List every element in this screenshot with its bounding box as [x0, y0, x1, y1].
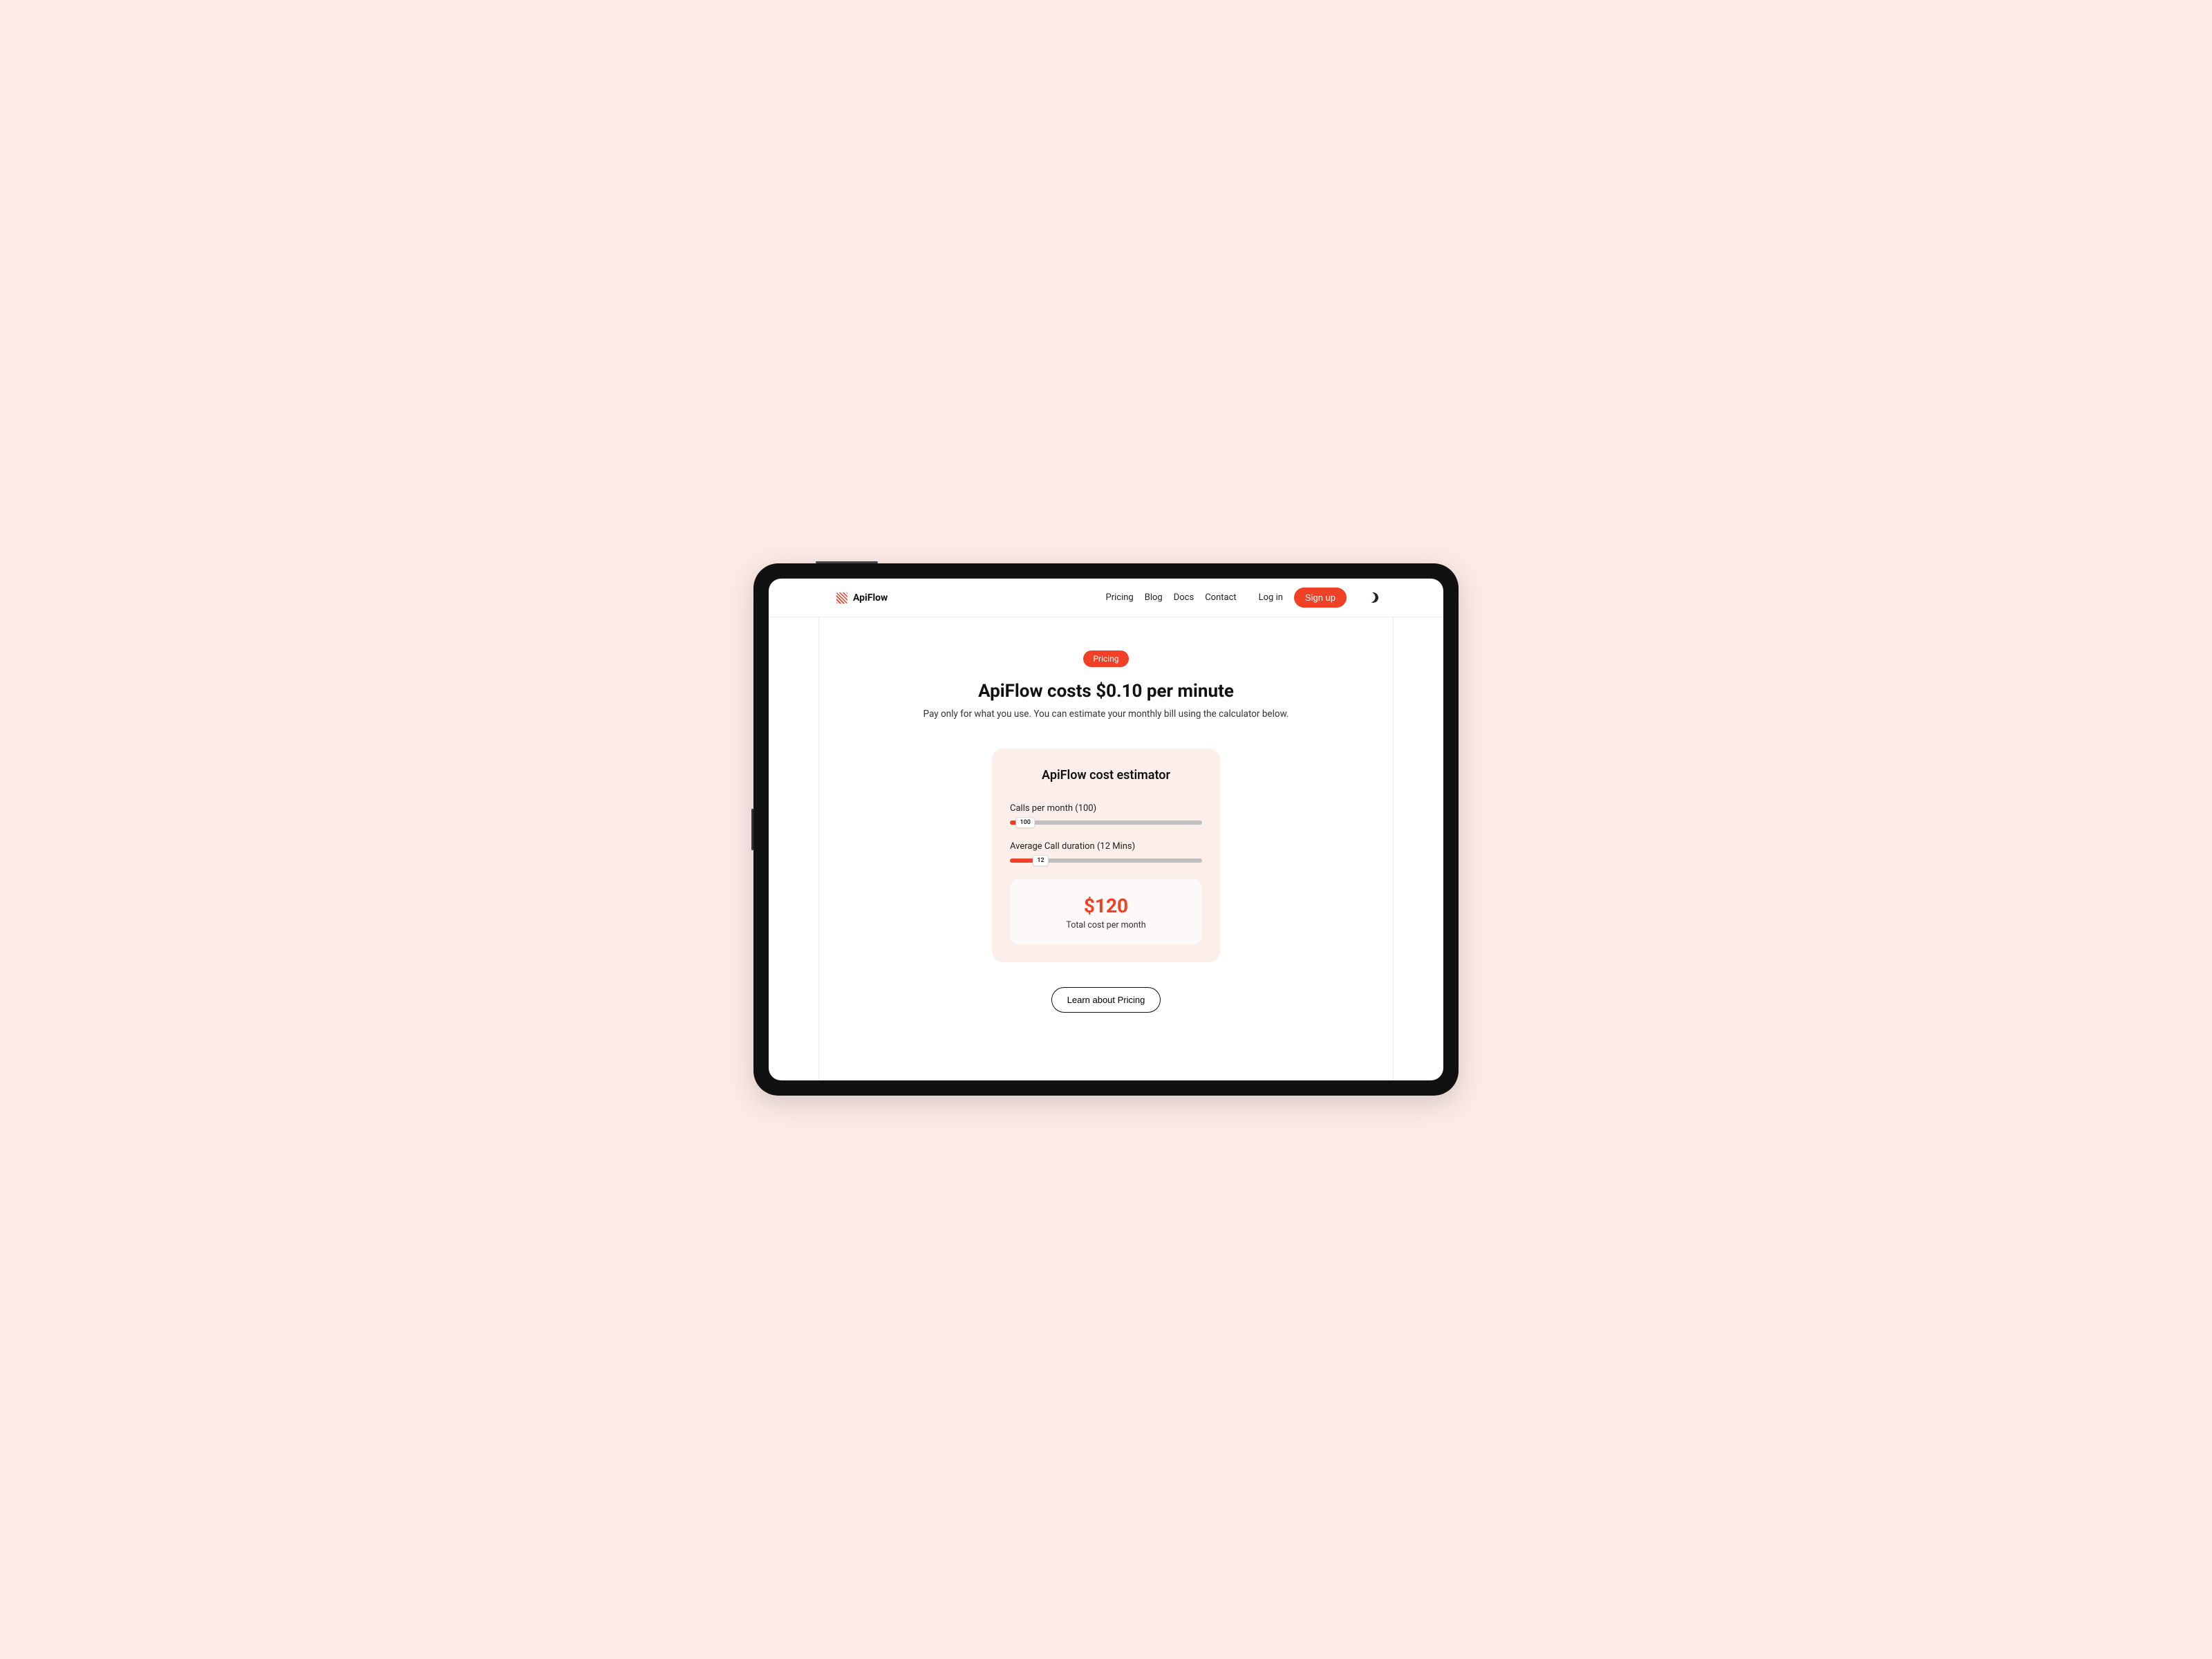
duration-slider-thumb[interactable]: 12 — [1033, 855, 1048, 866]
brand-logo[interactable]: ApiFlow — [836, 592, 888, 603]
estimate-result: $120 Total cost per month — [1010, 879, 1202, 944]
signup-button[interactable]: Sign up — [1294, 588, 1347, 608]
estimate-amount: $120 — [1017, 894, 1195, 917]
main-content: Pricing ApiFlow costs $0.10 per minute P… — [769, 617, 1443, 1080]
app-screen: ApiFlow Pricing Blog Docs Contact Log in… — [769, 579, 1443, 1080]
calls-per-month-control: Calls per month (100) 100 — [1010, 803, 1202, 825]
login-link[interactable]: Log in — [1259, 592, 1283, 603]
tablet-device-frame: ApiFlow Pricing Blog Docs Contact Log in… — [753, 563, 1459, 1096]
nav-link-blog[interactable]: Blog — [1145, 592, 1163, 603]
tablet-side-buttons — [751, 809, 753, 850]
content-frame: Pricing ApiFlow costs $0.10 per minute P… — [769, 617, 1443, 1080]
brand-name: ApiFlow — [853, 592, 888, 603]
moon-icon — [1366, 591, 1379, 604]
nav-link-pricing[interactable]: Pricing — [1106, 592, 1134, 603]
calls-slider-thumb[interactable]: 100 — [1016, 817, 1035, 828]
call-duration-control: Average Call duration (12 Mins) 12 — [1010, 841, 1202, 863]
site-header: ApiFlow Pricing Blog Docs Contact Log in… — [769, 579, 1443, 617]
duration-slider[interactable]: 12 — [1010, 859, 1202, 863]
cost-estimator-card: ApiFlow cost estimator Calls per month (… — [992, 749, 1220, 962]
brand-logo-icon — [836, 592, 847, 603]
theme-toggle-button[interactable] — [1363, 588, 1382, 608]
calls-slider[interactable]: 100 — [1010, 821, 1202, 825]
duration-slider-label: Average Call duration (12 Mins) — [1010, 841, 1202, 852]
estimator-title: ApiFlow cost estimator — [1010, 768, 1202, 782]
learn-about-pricing-button[interactable]: Learn about Pricing — [1051, 987, 1161, 1013]
calls-slider-label: Calls per month (100) — [1010, 803, 1202, 814]
section-badge: Pricing — [1083, 650, 1128, 667]
estimate-caption: Total cost per month — [1017, 920, 1195, 930]
nav-link-docs[interactable]: Docs — [1174, 592, 1194, 603]
page-headline: ApiFlow costs $0.10 per minute — [978, 681, 1234, 702]
nav-link-contact[interactable]: Contact — [1205, 592, 1236, 603]
page-subhead: Pay only for what you use. You can estim… — [924, 709, 1289, 720]
primary-nav: Pricing Blog Docs Contact Log in Sign up — [1106, 588, 1424, 608]
